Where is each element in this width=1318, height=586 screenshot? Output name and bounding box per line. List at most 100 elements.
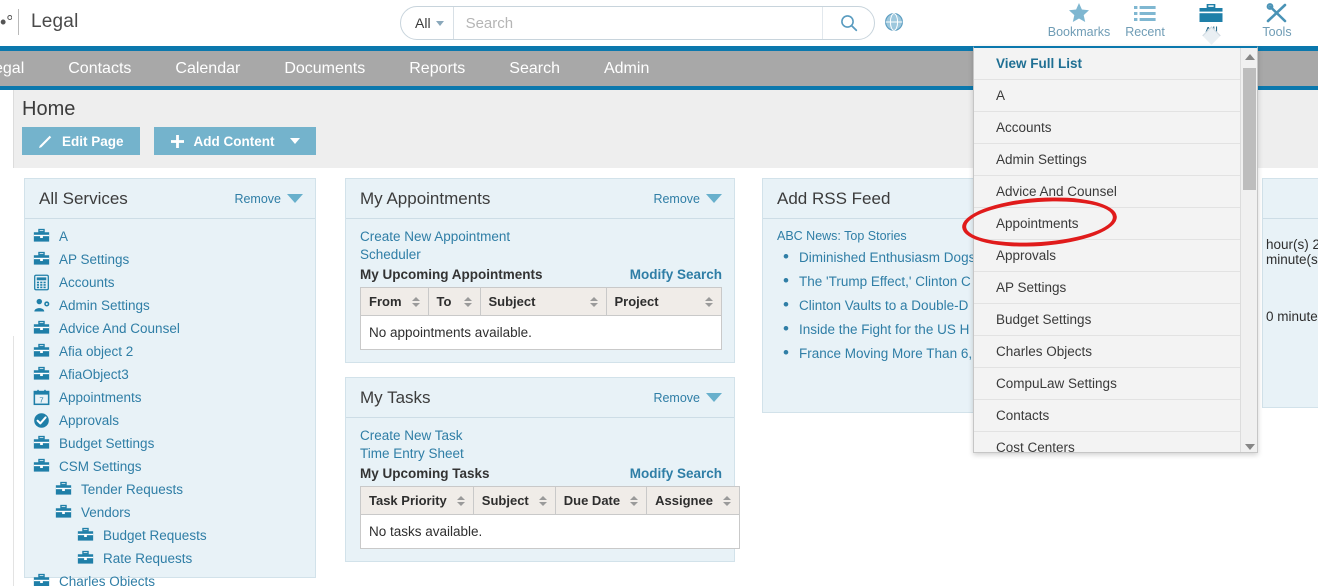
service-item[interactable]: Budget Settings: [25, 432, 315, 455]
scroll-down-arrow-icon[interactable]: [1241, 438, 1257, 452]
appointments-col-subject[interactable]: Subject: [479, 287, 607, 316]
nav-item-reports[interactable]: Reports: [387, 51, 487, 86]
dropdown-item[interactable]: Approvals: [974, 240, 1242, 272]
tasks-col-subject[interactable]: Subject: [472, 486, 556, 515]
appointments-modify-search-link[interactable]: Modify Search: [630, 267, 722, 282]
chevron-down-icon: [287, 194, 303, 203]
nav-item-legal[interactable]: egal: [0, 51, 46, 86]
dropdown-scrollbar[interactable]: [1240, 48, 1257, 452]
col-label: Project: [614, 294, 659, 309]
quicknav-all[interactable]: All: [1178, 0, 1244, 39]
dropdown-item[interactable]: Admin Settings: [974, 144, 1242, 176]
search-scope-dropdown[interactable]: All: [401, 7, 454, 39]
quicknav-bookmarks[interactable]: Bookmarks: [1046, 0, 1112, 39]
appointments-col-project[interactable]: Project: [605, 287, 722, 316]
time-entry-sheet-link[interactable]: Time Entry Sheet: [360, 446, 722, 461]
clipped-right-panel-header: [1263, 179, 1318, 219]
sort-arrows-icon: [722, 495, 731, 506]
dropdown-item[interactable]: Charles Objects: [974, 336, 1242, 368]
all-services-remove[interactable]: Remove: [234, 192, 303, 206]
quicknav-tools[interactable]: Tools: [1244, 0, 1310, 39]
service-item-label: AP Settings: [59, 252, 130, 267]
sort-arrows-icon: [456, 495, 465, 506]
sort-arrows-icon: [705, 296, 713, 307]
create-new-task-link[interactable]: Create New Task: [360, 428, 722, 443]
dropdown-item[interactable]: Cost Centers: [974, 432, 1242, 452]
briefcase-icon: [33, 251, 50, 265]
rss-item-label: Clinton Vaults to a Double-D: [799, 298, 969, 313]
service-item[interactable]: Accounts: [25, 271, 315, 294]
list-icon: [1134, 3, 1156, 23]
top-bar: •° Legal All Search Bookmarks Recent All…: [0, 0, 1318, 46]
briefcase-icon: [33, 228, 50, 245]
brand-logo-icon: •°: [0, 11, 12, 32]
dropdown-item-list: View Full List A Accounts Admin Settings Adv…: [974, 48, 1242, 452]
all-services-title: All Services: [39, 188, 128, 208]
scheduler-link[interactable]: Scheduler: [360, 247, 722, 262]
dropdown-item[interactable]: AP Settings: [974, 272, 1242, 304]
service-item[interactable]: CSM Settings: [25, 455, 315, 478]
create-new-appointment-link[interactable]: Create New Appointment: [360, 229, 722, 244]
search-input[interactable]: [453, 8, 822, 38]
service-item[interactable]: Rate Requests: [25, 547, 315, 570]
nav-item-admin[interactable]: Admin: [582, 51, 671, 86]
tasks-modify-search-link[interactable]: Modify Search: [630, 466, 722, 481]
all-services-list: A AP Settings Accounts Admin Settings Advice…: [25, 219, 315, 586]
col-label: Due Date: [563, 493, 621, 508]
person-gear-icon: [33, 297, 50, 314]
dropdown-item[interactable]: Advice And Counsel: [974, 176, 1242, 208]
quicknav-recent[interactable]: Recent: [1112, 0, 1178, 39]
edit-page-button[interactable]: Edit Page: [22, 127, 140, 155]
search-button[interactable]: [822, 7, 874, 39]
briefcase-icon: [55, 504, 72, 521]
service-item[interactable]: AP Settings: [25, 248, 315, 271]
scrollbar-thumb[interactable]: [1243, 68, 1256, 190]
briefcase-icon: [33, 435, 50, 452]
service-item[interactable]: Tender Requests: [25, 478, 315, 501]
dropdown-item[interactable]: Appointments: [974, 208, 1242, 240]
dropdown-item[interactable]: Contacts: [974, 400, 1242, 432]
dropdown-item[interactable]: Accounts: [974, 112, 1242, 144]
dropdown-item[interactable]: CompuLaw Settings: [974, 368, 1242, 400]
service-item[interactable]: Budget Requests: [25, 524, 315, 547]
scroll-up-arrow-icon[interactable]: [1241, 48, 1257, 65]
service-item[interactable]: Vendors: [25, 501, 315, 524]
service-item[interactable]: A: [25, 225, 315, 248]
nav-item-calendar[interactable]: Calendar: [153, 51, 262, 86]
dropdown-item[interactable]: Budget Settings: [974, 304, 1242, 336]
service-item-label: Budget Settings: [59, 436, 155, 451]
tasks-col-priority[interactable]: Task Priority: [360, 486, 474, 515]
search-scope-label: All: [415, 15, 431, 31]
tasks-col-due-date[interactable]: Due Date: [554, 486, 648, 515]
tasks-table: Task Priority Subject Due Date Assignee …: [360, 486, 740, 549]
my-appointments-remove[interactable]: Remove: [653, 192, 722, 206]
my-tasks-remove[interactable]: Remove: [653, 391, 722, 405]
service-item-label: Tender Requests: [81, 482, 184, 497]
dropdown-item[interactable]: A: [974, 80, 1242, 112]
svg-text:7: 7: [39, 395, 43, 404]
service-item[interactable]: AfiaObject3: [25, 363, 315, 386]
col-label: Assignee: [655, 493, 713, 508]
sort-arrows-icon: [589, 296, 598, 307]
service-item[interactable]: Charles Objects: [25, 570, 315, 586]
my-appointments-title: My Appointments: [360, 188, 491, 208]
nav-item-contacts[interactable]: Contacts: [46, 51, 153, 86]
nav-item-documents[interactable]: Documents: [262, 51, 387, 86]
my-appointments-body: Create New Appointment Scheduler My Upco…: [346, 219, 734, 362]
dropdown-view-full-list[interactable]: View Full List: [974, 48, 1242, 80]
nav-item-search[interactable]: Search: [487, 51, 582, 86]
service-item[interactable]: 7 Appointments: [25, 386, 315, 409]
add-content-button[interactable]: Add Content: [153, 127, 316, 155]
service-item-label: A: [59, 229, 69, 244]
service-item[interactable]: Approvals: [25, 409, 315, 432]
clipped-right-panel: hour(s) 21 minute(s) 0 minute(s: [1262, 178, 1318, 408]
briefcase-icon: [33, 366, 50, 380]
service-item[interactable]: Admin Settings: [25, 294, 315, 317]
appointments-col-to[interactable]: To: [427, 287, 481, 316]
tasks-col-assignee[interactable]: Assignee: [646, 486, 740, 515]
appointments-col-from[interactable]: From: [360, 287, 429, 316]
service-item[interactable]: Afia object 2: [25, 340, 315, 363]
page-title: Home: [22, 98, 76, 120]
service-item[interactable]: Advice And Counsel: [25, 317, 315, 340]
help-globe-button[interactable]: [884, 12, 904, 32]
